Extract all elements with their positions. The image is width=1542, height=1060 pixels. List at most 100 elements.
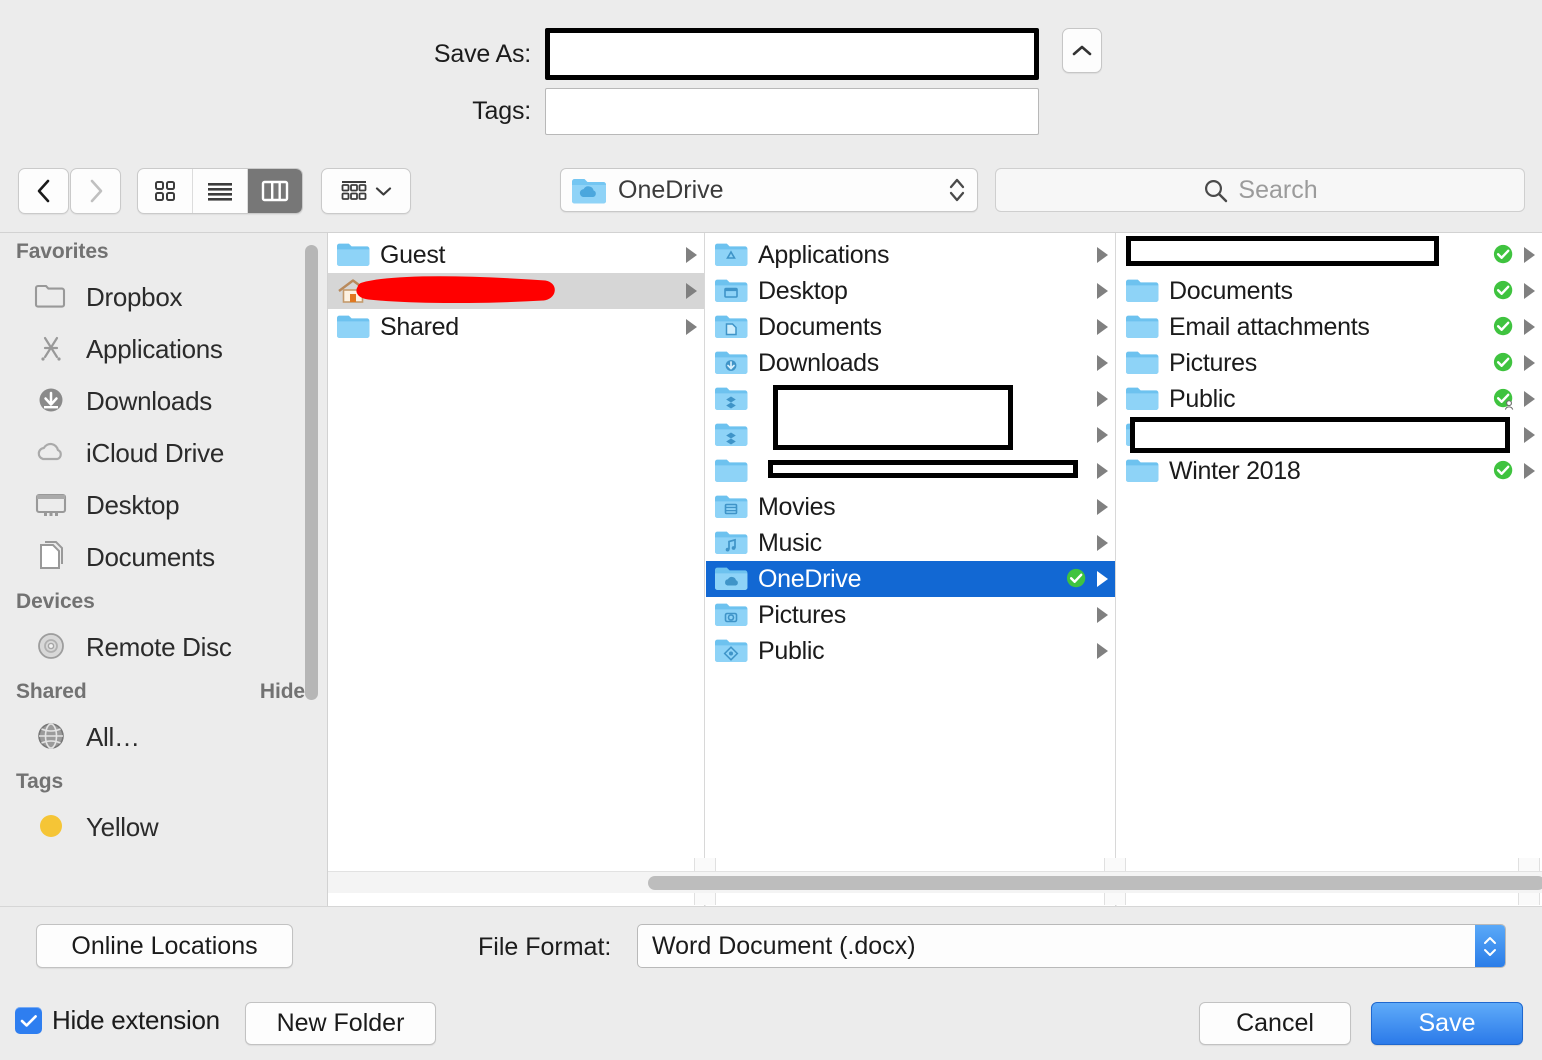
file-row-documents[interactable]: Documents <box>706 309 1115 345</box>
arrange-by-button[interactable] <box>321 168 411 214</box>
disclosure-arrow-icon[interactable] <box>1524 319 1535 335</box>
file-row-applications[interactable]: Applications <box>706 237 1115 273</box>
file-row-pictures[interactable]: Pictures <box>706 597 1115 633</box>
file-row-email-attachments[interactable]: Email attachments <box>1117 309 1542 345</box>
disclosure-arrow-icon[interactable] <box>1097 535 1108 551</box>
disclosure-arrow-icon[interactable] <box>1097 571 1108 587</box>
disclosure-arrow-icon[interactable] <box>686 247 697 263</box>
file-row-public[interactable]: Public <box>706 633 1115 669</box>
disclosure-arrow-icon[interactable] <box>1524 463 1535 479</box>
view-column-button[interactable] <box>248 169 302 213</box>
disclosure-arrow-icon[interactable] <box>1097 427 1108 443</box>
search-icon <box>1205 179 1228 202</box>
file-row-badges <box>1493 280 1535 302</box>
online-locations-button[interactable]: Online Locations <box>36 924 293 968</box>
disclosure-arrow-icon[interactable] <box>1524 283 1535 299</box>
horizontal-scrollbar-track[interactable] <box>328 871 1542 893</box>
disclosure-arrow-icon[interactable] <box>1097 499 1108 515</box>
disclosure-arrow-icon[interactable] <box>1097 643 1108 659</box>
search-field[interactable]: Search <box>995 168 1525 212</box>
chevron-up-icon <box>1484 936 1496 944</box>
column-view-icon <box>261 180 289 202</box>
sidebar-section-shared: Shared Hide <box>0 673 327 711</box>
sidebar-item-yellow[interactable]: Yellow <box>0 801 327 853</box>
file-row-onedrive[interactable]: OneDrive <box>706 561 1115 597</box>
file-row-badges <box>1097 391 1108 407</box>
sidebar-section-devices: Devices <box>0 583 327 621</box>
file-row-music[interactable]: Music <box>706 525 1115 561</box>
file-row-badges <box>1097 247 1108 263</box>
file-row-downloads[interactable]: Downloads <box>706 345 1115 381</box>
file-row-desktop[interactable]: Desktop <box>706 273 1115 309</box>
hide-extension-checkbox[interactable]: Hide extension <box>15 1005 220 1036</box>
file-row-movies[interactable]: Movies <box>706 489 1115 525</box>
column-3: Documents Email attachments Pictures Public… <box>1117 233 1542 906</box>
collapse-dialog-button[interactable] <box>1062 28 1102 73</box>
file-row-guest[interactable]: Guest <box>328 237 704 273</box>
sidebar-scrollbar[interactable] <box>305 245 318 700</box>
disclosure-arrow-icon[interactable] <box>1524 247 1535 263</box>
cancel-button[interactable]: Cancel <box>1199 1002 1351 1045</box>
file-row-badges <box>1493 388 1535 410</box>
file-row-badges <box>1097 355 1108 371</box>
sidebar-item-label: Downloads <box>86 385 212 416</box>
file-row-badges <box>1097 427 1108 443</box>
file-row-badges <box>686 247 697 263</box>
file-format-stepper[interactable] <box>1475 925 1505 967</box>
save-as-input[interactable] <box>545 28 1039 80</box>
sidebar-item-dropbox[interactable]: Dropbox <box>0 271 327 323</box>
forward-button[interactable] <box>70 168 121 214</box>
disclosure-arrow-icon[interactable] <box>1097 463 1108 479</box>
file-row-badges <box>1493 352 1535 374</box>
sidebar-item-all[interactable]: All… <box>0 711 327 763</box>
disclosure-arrow-icon[interactable] <box>1097 607 1108 623</box>
save-button[interactable]: Save <box>1371 1002 1523 1045</box>
sidebar-item-downloads[interactable]: Downloads <box>0 375 327 427</box>
back-button[interactable] <box>18 168 69 214</box>
network-globe-icon <box>32 718 70 756</box>
disclosure-arrow-icon[interactable] <box>1097 283 1108 299</box>
view-list-button[interactable] <box>193 169 248 213</box>
tags-input[interactable] <box>545 88 1039 135</box>
file-row-label: Email attachments <box>1169 312 1370 341</box>
updown-chevrons-icon <box>949 178 965 202</box>
disclosure-arrow-icon[interactable] <box>1097 247 1108 263</box>
file-row-public[interactable]: Public <box>1117 381 1542 417</box>
file-row-badges <box>1493 460 1535 482</box>
file-row-label: Documents <box>758 312 882 341</box>
desktop-icon <box>32 486 70 524</box>
disclosure-arrow-icon[interactable] <box>1097 319 1108 335</box>
file-row-documents[interactable]: Documents <box>1117 273 1542 309</box>
sidebar-item-desktop[interactable]: Desktop <box>0 479 327 531</box>
file-row-badges <box>1097 607 1108 623</box>
disclosure-arrow-icon[interactable] <box>1524 391 1535 407</box>
disclosure-arrow-icon[interactable] <box>1524 427 1535 443</box>
file-row-badges <box>1097 463 1108 479</box>
sidebar-item-icloud-drive[interactable]: iCloud Drive <box>0 427 327 479</box>
location-popup-button[interactable]: OneDrive <box>560 168 978 212</box>
folder-movies-icon <box>715 495 748 518</box>
sidebar-item-applications[interactable]: Applications <box>0 323 327 375</box>
horizontal-scrollbar-thumb[interactable] <box>648 876 1542 890</box>
disclosure-arrow-icon[interactable] <box>1097 355 1108 371</box>
disclosure-arrow-icon[interactable] <box>1524 355 1535 371</box>
checkbox-box <box>15 1007 42 1034</box>
disclosure-arrow-icon[interactable] <box>1097 391 1108 407</box>
redaction-box-column-2-dropbox <box>773 385 1013 450</box>
sidebar-item-remote-disc[interactable]: Remote Disc <box>0 621 327 673</box>
new-folder-button[interactable]: New Folder <box>245 1002 436 1045</box>
sidebar-item-label: Dropbox <box>86 281 183 312</box>
disclosure-arrow-icon[interactable] <box>686 319 697 335</box>
file-row-label: Pictures <box>758 600 846 629</box>
sidebar-hide-button[interactable]: Hide <box>260 680 305 704</box>
documents-icon <box>40 541 63 569</box>
view-icon-button[interactable] <box>138 169 193 213</box>
disclosure-arrow-icon[interactable] <box>686 283 697 299</box>
file-row-shared[interactable]: Shared <box>328 309 704 345</box>
file-format-popup[interactable]: Word Document (.docx) <box>637 924 1506 968</box>
sidebar-item-documents[interactable]: Documents <box>0 531 327 583</box>
file-row-winter-2018[interactable]: Winter 2018 <box>1117 453 1542 489</box>
file-row-pictures[interactable]: Pictures <box>1117 345 1542 381</box>
disc-icon <box>32 628 70 666</box>
redaction-box-column-3-top <box>1126 236 1439 266</box>
